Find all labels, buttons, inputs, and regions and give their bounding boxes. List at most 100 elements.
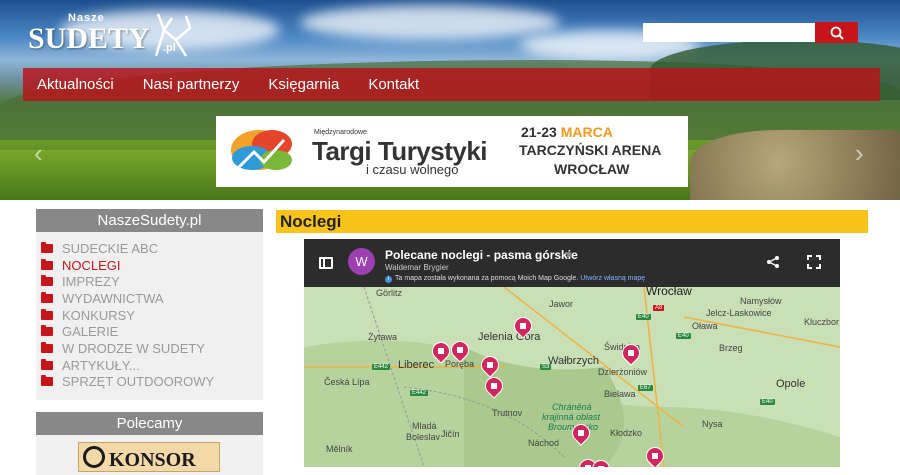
info-icon: i	[385, 276, 392, 283]
map-label-klodzko: Kłodzko	[610, 428, 643, 438]
map-label-trutnov: Trutnov	[492, 408, 523, 418]
search-input[interactable]	[643, 23, 815, 42]
map-label-kluczbork: Kluczbor	[804, 317, 840, 327]
map-legend-icon[interactable]	[319, 257, 333, 269]
map-label-bielawa: Bielawa	[604, 389, 636, 399]
nav-item-ksiegarnia[interactable]: Księgarnia	[268, 76, 339, 93]
map-label-walbrzych: Wałbrzych	[548, 355, 599, 367]
sidebar-item-artykuly[interactable]: ARTYKUŁY...	[41, 357, 263, 374]
map-info: i Ta mapa została wykonana za pomocą Moic…	[385, 275, 645, 283]
polecamy-title: Polecamy	[36, 412, 263, 436]
carousel-next-icon[interactable]: ›	[855, 138, 864, 169]
map-author: Waldemar Brygier	[385, 263, 449, 272]
paint-splash-logo	[231, 130, 292, 174]
map-label-chranena: Chráněná	[552, 402, 592, 412]
konsor-ad[interactable]: KONSOR	[78, 442, 220, 472]
road-e40b: E40	[676, 333, 691, 339]
map-label-opole: Opole	[776, 378, 806, 390]
sidebar-item-label: ARTYKUŁY...	[62, 357, 140, 373]
sidebar-item-imprezy[interactable]: IMPREZY	[41, 273, 263, 290]
road-a8: A8	[653, 305, 665, 311]
banner-subtitle: i czasu wolnego	[366, 162, 459, 177]
map-header: W Polecane noclegi - pasma górskie ★ Wal…	[304, 239, 840, 287]
map-label-gorlitz: Görlitz	[376, 288, 403, 298]
nav-item-aktualnosci[interactable]: Aktualności	[37, 76, 114, 93]
folder-icon	[41, 241, 53, 253]
page-title: Noclegi	[276, 210, 868, 233]
road-e442: E442	[372, 364, 391, 370]
map-label-namyslow: Namysłów	[740, 296, 782, 306]
sidebar-item-sudeckie-abc[interactable]: SUDECKIE ABC	[41, 240, 263, 257]
sidebar-item-label: SPRZĘT OUTDOOROWY	[62, 374, 215, 390]
main-nav: Aktualności Nasi partnerzy Księgarnia Ko…	[23, 68, 880, 101]
star-icon[interactable]: ★	[564, 248, 574, 261]
map-label-olawa: Oława	[692, 321, 718, 331]
folder-icon	[41, 308, 53, 320]
folder-icon	[41, 341, 53, 353]
banner-date: 21-23 MARCA	[521, 124, 613, 140]
map-label-mlada: Mladá	[412, 421, 437, 431]
map-label-jelcz: Jelcz-Laskowice	[706, 308, 772, 318]
logo-suffix: .pl	[163, 42, 176, 54]
banner-date-month: MARCA	[560, 124, 613, 140]
sidebar-item-label: IMPREZY	[62, 274, 120, 290]
map-label-zytawa: Żytawa	[368, 332, 398, 342]
search-icon	[830, 26, 844, 40]
sidebar-title: NaszeSudety.pl	[36, 209, 263, 233]
folder-icon	[41, 375, 53, 387]
banner-mini: Międzynarodowe	[314, 129, 367, 136]
share-icon[interactable]	[766, 255, 780, 269]
carousel-prev-icon[interactable]: ‹	[34, 138, 43, 169]
road-s3: S3	[540, 364, 552, 370]
rocks	[690, 130, 900, 200]
map-label-wroclaw: Wrocław	[646, 287, 692, 298]
sidebar-item-label: GALERIE	[62, 324, 119, 340]
logo-main-text: SUDETY	[28, 22, 150, 55]
map-label-brzeg: Brzeg	[719, 343, 743, 353]
nav-item-nasi-partnerzy[interactable]: Nasi partnerzy	[143, 76, 240, 93]
folder-icon	[41, 291, 53, 303]
folder-icon	[41, 325, 53, 337]
map-label-boleslav: Boleslav	[406, 432, 441, 442]
road-e442b: E442	[410, 390, 429, 396]
fullscreen-icon[interactable]	[807, 255, 821, 269]
map-label-ceska-lipa: Česká Lípa	[324, 377, 370, 387]
search-button[interactable]	[815, 22, 858, 43]
site-logo[interactable]: Nasze SUDETY .pl	[28, 10, 192, 60]
sidebar-item-label: NOCLEGI	[62, 257, 121, 273]
sidebar-item-label: SUDECKIE ABC	[62, 240, 159, 256]
map-label-dzierzoniow: Dzierżoniów	[598, 367, 648, 377]
sidebar-item-sprzet[interactable]: SPRZĘT OUTDOOROWY	[41, 374, 263, 391]
sidebar-item-wydawnictwa[interactable]: WYDAWNICTWA	[41, 290, 263, 307]
road-e40: E40	[636, 314, 651, 320]
map-label-jelenia-gora: Jelenia Góra	[478, 331, 541, 343]
sidebar-item-noclegi[interactable]: NOCLEGI	[41, 257, 263, 274]
map-label-nachod: Náchod	[528, 438, 560, 448]
sidebar-item-konkursy[interactable]: KONKURSY	[41, 307, 263, 324]
google-map[interactable]: Görlitz Wrocław Jawor Namysłów Jelenia G…	[304, 287, 840, 467]
map-create-link[interactable]: Utwórz własną mapę	[580, 275, 645, 282]
sidebar-item-w-drodze[interactable]: W DRODZE W SUDETY	[41, 340, 263, 357]
folder-icon	[41, 258, 53, 270]
sidebar-item-label: WYDAWNICTWA	[62, 290, 164, 306]
map-label-nysa: Nysa	[702, 419, 723, 429]
map-info-text: Ta mapa została wykonana za pomocą Moich…	[395, 275, 579, 282]
sidebar-item-label: W DRODZE W SUDETY	[62, 340, 205, 356]
fair-banner[interactable]: Międzynarodowe Targi Turystyki i czasu w…	[216, 116, 688, 187]
map-label-krajinna: krajinná oblast	[542, 412, 601, 422]
road-e67: E67	[638, 385, 653, 391]
folder-icon	[41, 358, 53, 370]
cloud	[300, 5, 560, 40]
banner-date-days: 21-23	[521, 124, 561, 140]
nav-item-kontakt[interactable]: Kontakt	[368, 76, 419, 93]
banner-arena: TARCZYŃSKI ARENA	[519, 142, 662, 158]
sidebar-item-label: KONKURSY	[62, 307, 135, 323]
konsor-logo-icon	[83, 446, 105, 468]
map-label-liberec: Liberec	[398, 359, 435, 371]
map-label-melnik: Mělník	[326, 444, 353, 454]
avatar[interactable]: W	[348, 248, 375, 275]
folder-icon	[41, 275, 53, 287]
sidebar-menu: SUDECKIE ABC NOCLEGI IMPREZY WYDAWNICTWA…	[36, 232, 263, 400]
map-title: Polecane noclegi - pasma górskie	[385, 248, 578, 262]
sidebar-item-galerie[interactable]: GALERIE	[41, 323, 263, 340]
